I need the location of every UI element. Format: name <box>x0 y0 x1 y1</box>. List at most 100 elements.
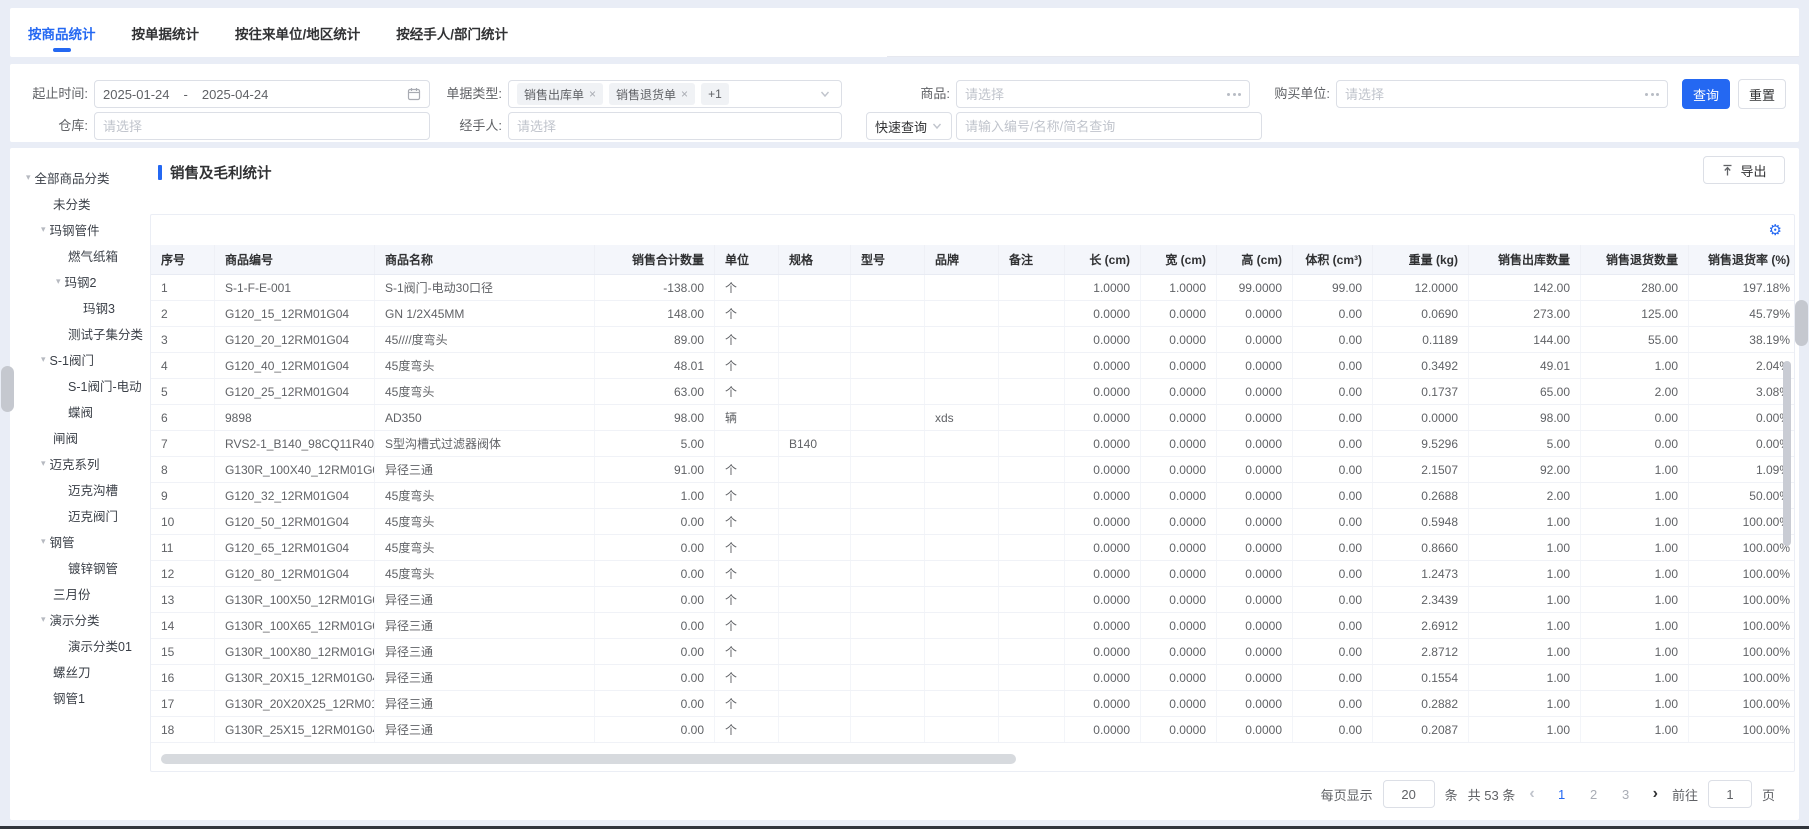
tree-item[interactable]: 闸阀 <box>10 424 146 450</box>
tree-item[interactable]: 燃气纸箱 <box>10 242 146 268</box>
table-row[interactable]: 15 G130R_100X80_12RM01G04 异径三通 0.00 个 0.0000 0… <box>151 639 1794 665</box>
quick-search-select[interactable]: 快速查询 <box>866 112 952 140</box>
table-row[interactable]: 11 G120_65_12RM01G04 45度弯头 0.00 个 0.0000 0.000… <box>151 535 1794 561</box>
table-row[interactable]: 6 9898 AD350 98.00 辆 xds 0.0000 0.0000 0.0000 0.0… <box>151 405 1794 431</box>
ellipsis-icon[interactable] <box>1645 92 1659 96</box>
table-cell <box>851 535 925 560</box>
quick-search-input[interactable] <box>965 118 1253 134</box>
ellipsis-icon[interactable] <box>1227 92 1241 96</box>
table-cell: 个 <box>715 327 779 352</box>
table-cell: 100.00% <box>1689 717 1794 742</box>
tree-item[interactable]: 钢管1 <box>10 684 146 710</box>
goto-page-box[interactable] <box>1707 780 1752 808</box>
sales-table: ⚙ 序号 商品编号 商品名称 销售合计数量 单位 规格 型号 品牌 备注长 (cm) 宽 (cm)… <box>150 214 1795 772</box>
tree-item[interactable]: 迈克沟槽 <box>10 476 146 502</box>
product-select[interactable] <box>956 80 1250 108</box>
handler-input[interactable] <box>517 118 833 134</box>
tree-item[interactable]: ▾ 全部商品分类 <box>10 164 146 190</box>
close-icon[interactable]: × <box>589 87 596 101</box>
table-cell: 100.00% <box>1689 691 1794 716</box>
table-row[interactable]: 1 S-1-F-E-001 S-1阀门-电动30口径 -138.00 个 1.0000 1.… <box>151 275 1794 301</box>
table-row[interactable]: 8 G130R_100X40_12RM01G04 异径三通 91.00 个 0.0000 0… <box>151 457 1794 483</box>
tree-item[interactable]: ▾ 玛钢管件 <box>10 216 146 242</box>
tree-item[interactable]: 测试子集分类 <box>10 320 146 346</box>
tab[interactable]: 按往来单位/地区统计 <box>235 8 360 57</box>
table-cell: 0.0000 <box>1065 327 1141 352</box>
table-cell <box>779 691 851 716</box>
page-number[interactable]: 3 <box>1613 787 1639 802</box>
tree-item[interactable]: 未分类 <box>10 190 146 216</box>
table-cell: 0.5948 <box>1373 509 1469 534</box>
right-edge-drag-handle[interactable] <box>1795 300 1808 346</box>
tree-item[interactable]: ▾ 演示分类 <box>10 606 146 632</box>
table-row[interactable]: 18 G130R_25X15_12RM01G04 异径三通 0.00 个 0.0000 0.… <box>151 717 1794 743</box>
caret-down-icon[interactable]: ▾ <box>26 172 31 183</box>
tree-item[interactable]: 三月份 <box>10 580 146 606</box>
goto-page-input[interactable] <box>1708 786 1751 802</box>
chevron-down-icon[interactable] <box>819 88 831 100</box>
date-end-value[interactable]: 2025-04-24 <box>202 87 269 102</box>
buyer-select[interactable] <box>1336 80 1668 108</box>
warehouse-select[interactable] <box>94 112 430 140</box>
table-row[interactable]: 3 G120_20_12RM01G04 45////度弯头 89.00 个 0.0000 0… <box>151 327 1794 353</box>
reset-button[interactable]: 重置 <box>1738 79 1786 109</box>
table-row[interactable]: 12 G120_80_12RM01G04 45度弯头 0.00 个 0.0000 0.000… <box>151 561 1794 587</box>
handler-select[interactable] <box>508 112 842 140</box>
table-row[interactable]: 13 G130R_100X50_12RM01G04 异径三通 0.00 个 0.0000 0… <box>151 587 1794 613</box>
tree-item[interactable]: 螺丝刀 <box>10 658 146 684</box>
next-page-icon[interactable]: › <box>1649 785 1662 803</box>
prev-page-icon[interactable]: ‹ <box>1525 785 1538 803</box>
table-cell: 1.00 <box>1581 561 1689 586</box>
product-input[interactable] <box>965 86 1221 102</box>
tree-item[interactable]: 镀锌钢管 <box>10 554 146 580</box>
date-start-value[interactable]: 2025-01-24 <box>103 87 170 102</box>
table-row[interactable]: 5 G120_25_12RM01G04 45度弯头 63.00 个 0.0000 0.000… <box>151 379 1794 405</box>
tree-item[interactable]: 蝶阀 <box>10 398 146 424</box>
quick-search-input-field[interactable] <box>956 112 1262 140</box>
caret-down-icon[interactable]: ▾ <box>41 458 46 469</box>
page-number[interactable]: 1 <box>1549 787 1575 802</box>
tree-item[interactable]: S-1阀门-电动 <box>10 372 146 398</box>
tab[interactable]: 按单据统计 <box>132 8 200 57</box>
chevron-down-icon[interactable] <box>931 120 943 132</box>
table-row[interactable]: 14 G130R_100X65_12RM01G04 异径三通 0.00 个 0.0000 0… <box>151 613 1794 639</box>
warehouse-input[interactable] <box>103 118 421 134</box>
table-row[interactable]: 10 G120_50_12RM01G04 45度弯头 0.00 个 0.0000 0.000… <box>151 509 1794 535</box>
horizontal-scrollbar[interactable] <box>161 754 1016 764</box>
tab[interactable]: 按商品统计 <box>28 8 96 57</box>
table-row[interactable]: 9 G120_32_12RM01G04 45度弯头 1.00 个 0.0000 0.0000… <box>151 483 1794 509</box>
tree-item[interactable]: ▾ 钢管 <box>10 528 146 554</box>
table-row[interactable]: 16 G130R_20X15_12RM01G04 异径三通 0.00 个 0.0000 0.… <box>151 665 1794 691</box>
tab[interactable]: 按经手人/部门统计 <box>396 8 508 57</box>
tree-item[interactable]: 玛钢3 <box>10 294 146 320</box>
doc-type-multiselect[interactable]: 销售出库单 × 销售退货单 × +1 <box>508 80 842 108</box>
search-button[interactable]: 查询 <box>1682 79 1730 109</box>
tree-item[interactable]: ▾ 玛钢2 <box>10 268 146 294</box>
close-icon[interactable]: × <box>681 87 688 101</box>
tree-item[interactable]: ▾ 迈克系列 <box>10 450 146 476</box>
page-number[interactable]: 2 <box>1581 787 1607 802</box>
caret-down-icon[interactable]: ▾ <box>41 354 46 365</box>
table-cell: B140 <box>779 431 851 456</box>
tree-item[interactable]: 演示分类01 <box>10 632 146 658</box>
caret-down-icon[interactable]: ▾ <box>56 276 61 287</box>
caret-down-icon[interactable]: ▾ <box>41 536 46 547</box>
table-row[interactable]: 4 G120_40_12RM01G04 45度弯头 48.01 个 0.0000 0.000… <box>151 353 1794 379</box>
buyer-input[interactable] <box>1345 86 1639 102</box>
table-row[interactable]: 2 G120_15_12RM01G04 GN 1/2X45MM 148.00 个 0.00… <box>151 301 1794 327</box>
tree-item[interactable]: ▾ S-1阀门 <box>10 346 146 372</box>
export-button[interactable]: 导出 <box>1703 156 1785 184</box>
caret-down-icon[interactable]: ▾ <box>41 224 46 235</box>
table-row[interactable]: 7 RVS2-1_B140_98CQ11R40 S型沟槽式过滤器阀体 5.00 B140… <box>151 431 1794 457</box>
date-range-input[interactable]: 2025-01-24 - 2025-04-24 <box>94 80 430 108</box>
vertical-scrollbar[interactable] <box>1783 361 1791 546</box>
table-cell: 48.01 <box>595 353 715 378</box>
table-row[interactable]: 17G130R_20X20X25_12RM01G...异径三通0.00个0.00… <box>151 691 1794 717</box>
per-page-input[interactable] <box>1383 786 1434 802</box>
tree-item[interactable]: 迈克阀门 <box>10 502 146 528</box>
doc-type-more-tag[interactable]: +1 <box>701 83 729 105</box>
left-edge-drag-handle[interactable] <box>1 366 14 412</box>
per-page-box[interactable] <box>1382 780 1435 808</box>
caret-down-icon[interactable]: ▾ <box>41 614 46 625</box>
gear-icon[interactable]: ⚙ <box>1769 223 1782 238</box>
